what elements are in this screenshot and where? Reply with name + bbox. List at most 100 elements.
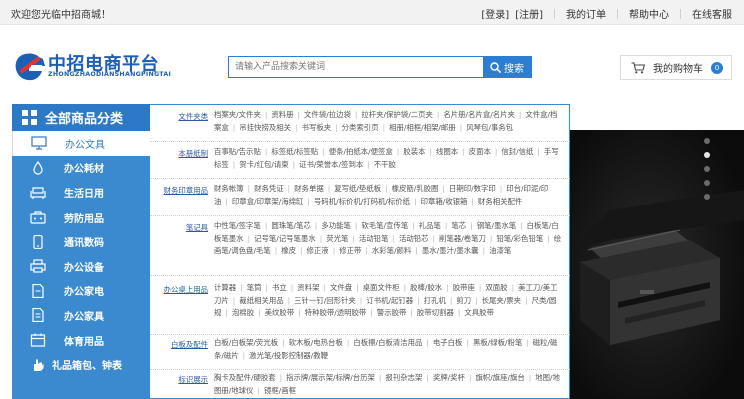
register-link[interactable]: [注册] [515, 6, 543, 21]
subcategory-link[interactable]: 笔筒 [247, 283, 262, 292]
subcategory-link[interactable]: 胶带座 [453, 283, 475, 292]
subcategory-title[interactable]: 办公桌上用品 [152, 284, 208, 295]
subcategory-link[interactable]: 风琴包/事务包 [466, 123, 513, 132]
login-link[interactable]: [登录] [481, 6, 509, 21]
category-item-digital[interactable]: 通讯数码 [12, 229, 150, 254]
subcategory-link[interactable]: 资料架 [297, 283, 319, 292]
subcategory-link[interactable]: 中性笔/签字笔 [214, 221, 261, 230]
category-item-office-furniture[interactable]: 办公家具 [12, 303, 150, 328]
subcategory-link[interactable]: 日期印/数字印 [449, 184, 496, 193]
subcategory-link[interactable]: 财务帐簿 [214, 184, 244, 193]
subcategory-link[interactable]: 钢笔/墨水笔 [477, 221, 516, 230]
carousel-dot[interactable] [704, 138, 710, 144]
subcategory-link[interactable]: 复写纸/垫纸板 [334, 184, 381, 193]
subcategory-title[interactable]: 财务印章用品 [152, 185, 208, 196]
category-item-office-appliances[interactable]: 办公家电 [12, 279, 150, 304]
subcategory-link[interactable]: 便条/拍纸本/便签盒 [329, 147, 393, 156]
my-orders-link[interactable]: 我的订单 [566, 6, 606, 21]
subcategory-link[interactable]: 警示胶带 [377, 308, 407, 317]
subcategory-link[interactable]: 胸卡及配件/硬胶套 [214, 373, 276, 382]
subcategory-link[interactable]: 油漆笔 [489, 246, 511, 255]
subcategory-link[interactable]: 笔芯 [451, 221, 466, 230]
subcategory-link[interactable]: 指示牌/展示架/标牌/台历架 [286, 373, 375, 382]
subcategory-link[interactable]: 剪刀 [456, 296, 471, 305]
carousel-dot[interactable] [704, 180, 710, 186]
subcategory-link[interactable]: 名片册/名片盒/名片夹 [443, 110, 515, 119]
subcategory-link[interactable]: 信封/信纸 [501, 147, 533, 156]
subcategory-link[interactable]: 黑板/绿板/粉笔 [473, 338, 522, 347]
subcategory-link[interactable]: 档案夹/文件夹 [214, 110, 261, 119]
category-item-sports[interactable]: 体育用品 [12, 328, 150, 353]
subcategory-link[interactable]: 书立 [272, 283, 287, 292]
subcategory-link[interactable]: 书写板夹 [302, 123, 332, 132]
subcategory-link[interactable]: 记号笔/记号笔墨水 [254, 234, 316, 243]
subcategory-link[interactable]: 荧光笔 [326, 234, 348, 243]
subcategory-link[interactable]: 计算器 [214, 283, 236, 292]
subcategory-link[interactable]: 双面胶 [485, 283, 507, 292]
subcategory-title[interactable]: 文件夹类 [152, 111, 208, 122]
search-input[interactable] [229, 57, 483, 77]
cart-button[interactable]: 我的购物车 0 [620, 55, 732, 80]
search-button[interactable]: 搜索 [483, 57, 531, 77]
subcategory-link[interactable]: 贺卡/红包/请柬 [239, 160, 288, 169]
subcategory-link[interactable]: 桌面文件柜 [363, 283, 400, 292]
subcategory-link[interactable]: 标签纸/标签贴 [271, 147, 318, 156]
category-item-office-equipment[interactable]: 办公设备 [12, 254, 150, 279]
subcategory-title[interactable]: 笔记具 [152, 222, 208, 233]
subcategory-link[interactable]: 水彩笔/颜料 [372, 246, 411, 255]
subcategory-link[interactable]: 活动铅笔 [359, 234, 389, 243]
subcategory-link[interactable]: 财务单据 [294, 184, 324, 193]
promo-banner[interactable] [570, 130, 744, 399]
subcategory-link[interactable]: 软毛笔/宣传笔 [361, 221, 408, 230]
subcategory-link[interactable]: 长尾夹/票夹 [482, 296, 521, 305]
subcategory-link[interactable]: 旗帜/旗座/旗台 [475, 373, 524, 382]
subcategory-link[interactable]: 财务相关配件 [478, 197, 522, 206]
subcategory-link[interactable]: 相册/相框/相架/邮册 [389, 123, 456, 132]
subcategory-link[interactable]: 分类索引页 [342, 123, 379, 132]
subcategory-link[interactable]: 胶带切割器 [417, 308, 454, 317]
subcategory-link[interactable]: 拉杆夹/保护袋/二页夹 [361, 110, 433, 119]
subcategory-link[interactable]: 不干胶 [374, 160, 396, 169]
subcategory-link[interactable]: 证书/荣誉本/签到本 [299, 160, 363, 169]
subcategory-link[interactable]: 订书机/起钉器 [366, 296, 413, 305]
subcategory-link[interactable]: 打孔机 [424, 296, 446, 305]
subcategory-link[interactable]: 奖牌/奖杯 [433, 373, 465, 382]
site-logo[interactable]: 中招电商平台 ZHONGZHAODIANSHANGPINGTAI [12, 51, 202, 83]
subcategory-link[interactable]: 号码机/标价机/打码机/标价纸 [314, 197, 410, 206]
subcategory-link[interactable]: 线圈本 [436, 147, 458, 156]
subcategory-link[interactable]: 修正液 [307, 246, 329, 255]
online-service-link[interactable]: 在线客服 [692, 6, 732, 21]
subcategory-link[interactable]: 美纹胶带 [265, 308, 295, 317]
subcategory-link[interactable]: 资料册 [271, 110, 293, 119]
subcategory-link[interactable]: 报刊杂志架 [385, 373, 422, 382]
category-item-protective-gear[interactable]: 劳防用品 [12, 205, 150, 230]
carousel-dot[interactable] [704, 194, 710, 200]
subcategory-link[interactable]: 文件盘 [330, 283, 352, 292]
carousel-dot-active[interactable] [704, 152, 710, 158]
subcategory-link[interactable]: 墨水/墨汁/墨水囊 [422, 246, 479, 255]
subcategory-link[interactable]: 吊挂快捞及相关 [239, 123, 291, 132]
subcategory-title[interactable]: 白板及配件 [152, 339, 208, 350]
subcategory-link[interactable]: 铅笔/彩色铅笔 [496, 234, 543, 243]
subcategory-link[interactable]: 三针一钉/回形针夹 [294, 296, 356, 305]
subcategory-link[interactable]: 礼品笔 [419, 221, 441, 230]
subcategory-link[interactable]: 特种胶带/透明胶带 [305, 308, 367, 317]
subcategory-link[interactable]: 胶棒/胶水 [410, 283, 442, 292]
help-center-link[interactable]: 帮助中心 [629, 6, 669, 21]
subcategory-title[interactable]: 本册纸制 [152, 148, 208, 159]
subcategory-link[interactable]: 活动铅芯 [399, 234, 429, 243]
subcategory-link[interactable]: 软木板/电热台板 [289, 338, 343, 347]
subcategory-link[interactable]: 泡棉胶 [232, 308, 254, 317]
category-item-gifts-bags-watches[interactable]: 礼品箱包、钟表 [12, 352, 150, 377]
category-item-office-consumables[interactable]: 办公耗材 [12, 156, 150, 181]
subcategory-link[interactable]: 文具胶带 [464, 308, 494, 317]
subcategory-link[interactable]: 镜框/画框 [264, 386, 296, 395]
subcategory-link[interactable]: 皮面本 [469, 147, 491, 156]
subcategory-link[interactable]: 电子白板 [433, 338, 463, 347]
all-categories-header[interactable]: 全部商品分类 [12, 104, 150, 131]
subcategory-link[interactable]: 胶装本 [403, 147, 425, 156]
subcategory-link[interactable]: 财务凭证 [254, 184, 284, 193]
subcategory-link[interactable]: 修正带 [339, 246, 361, 255]
subcategory-link[interactable]: 橡皮筋/乳胶圈 [392, 184, 439, 193]
subcategory-link[interactable]: 白板/白板架/荧光板 [214, 338, 278, 347]
